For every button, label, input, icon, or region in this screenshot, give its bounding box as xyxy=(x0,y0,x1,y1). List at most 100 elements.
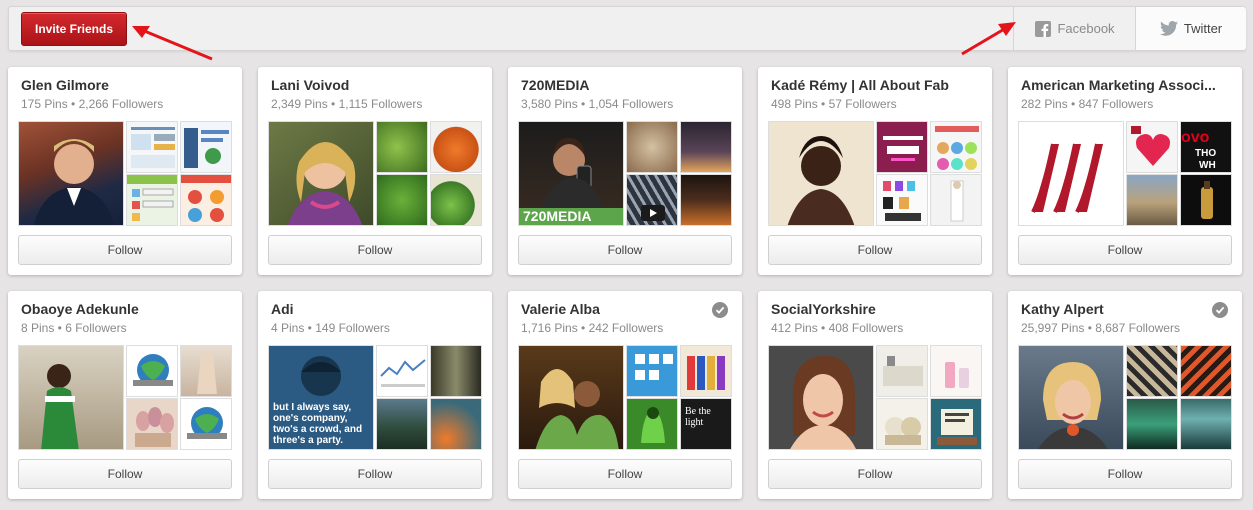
pin-thumbnails[interactable] xyxy=(1018,345,1232,450)
pins-followers-count: 2,349 Pins • 1,115 Followers xyxy=(271,97,423,111)
verified-check-icon xyxy=(1212,302,1228,318)
profile-photo xyxy=(768,121,874,226)
board-owner-name[interactable]: Kathy Alpert xyxy=(1021,301,1226,317)
pin-thumb: ovo THO WH xyxy=(1180,121,1232,173)
follow-card: Valerie Alba 1,716 Pins • 242 Followers … xyxy=(508,291,742,499)
pins-followers-count: 412 Pins • 408 Followers xyxy=(771,321,904,335)
follow-button[interactable]: Follow xyxy=(518,235,732,265)
pin-thumb xyxy=(876,398,928,450)
svg-text:ovo: ovo xyxy=(1181,129,1210,146)
board-owner-name[interactable]: Valerie Alba xyxy=(521,301,726,317)
quote-caption: but I always say, one's company, two's a… xyxy=(273,402,363,446)
follow-card: Adi 4 Pins • 149 Followers but I always … xyxy=(258,291,492,499)
verified-check-icon xyxy=(712,302,728,318)
pin-thumb xyxy=(930,398,982,450)
pin-thumb xyxy=(1126,121,1178,173)
quote-caption: Be the light xyxy=(685,406,711,428)
pin-thumb xyxy=(876,345,928,397)
pin-thumb xyxy=(680,174,732,226)
board-owner-name[interactable]: 720MEDIA xyxy=(521,77,726,93)
follow-button[interactable]: Follow xyxy=(1018,459,1232,489)
pin-thumb xyxy=(626,174,678,226)
follow-button[interactable]: Follow xyxy=(268,459,482,489)
pin-thumb xyxy=(680,345,732,397)
facebook-tab[interactable]: Facebook xyxy=(1013,7,1136,50)
board-owner-name[interactable]: Adi xyxy=(271,301,476,317)
pin-thumb xyxy=(126,345,178,397)
follow-button[interactable]: Follow xyxy=(768,459,982,489)
pin-thumbnails[interactable] xyxy=(768,121,982,226)
profile-photo: 720MEDIA xyxy=(518,121,624,226)
pin-thumb xyxy=(930,121,982,173)
pin-thumb xyxy=(430,174,482,226)
pin-thumb xyxy=(930,174,982,226)
pin-thumb xyxy=(626,345,678,397)
follow-card: Lani Voivod 2,349 Pins • 1,115 Followers… xyxy=(258,67,492,275)
pins-followers-count: 282 Pins • 847 Followers xyxy=(1021,97,1154,111)
board-owner-name[interactable]: Glen Gilmore xyxy=(21,77,226,93)
follow-button[interactable]: Follow xyxy=(268,235,482,265)
follow-card: 720MEDIA 3,580 Pins • 1,054 Followers 72… xyxy=(508,67,742,275)
pin-thumbnails[interactable]: 720MEDIA xyxy=(518,121,732,226)
board-owner-name[interactable]: American Marketing Associ... xyxy=(1021,77,1226,93)
follow-card: American Marketing Associ... 282 Pins • … xyxy=(1008,67,1242,275)
follow-card: SocialYorkshire 412 Pins • 408 Followers… xyxy=(758,291,992,499)
pins-followers-count: 1,716 Pins • 242 Followers xyxy=(521,321,664,335)
svg-text:THO: THO xyxy=(1195,148,1216,159)
board-owner-name[interactable]: SocialYorkshire xyxy=(771,301,976,317)
pin-thumb xyxy=(126,174,178,226)
profile-photo xyxy=(518,345,624,450)
pins-followers-count: 25,997 Pins • 8,687 Followers xyxy=(1021,321,1180,335)
pin-thumb xyxy=(1126,398,1178,450)
pin-thumbnails[interactable] xyxy=(18,345,232,450)
profile-photo xyxy=(1018,345,1124,450)
svg-text:WH: WH xyxy=(1199,160,1216,171)
follow-button[interactable]: Follow xyxy=(768,235,982,265)
follow-button[interactable]: Follow xyxy=(18,235,232,265)
pin-thumbnails[interactable]: Be the light xyxy=(518,345,732,450)
facebook-label: Facebook xyxy=(1057,21,1115,36)
pin-thumb xyxy=(126,121,178,173)
invite-toolbar: Invite Friends Facebook Twitter xyxy=(8,6,1246,51)
pins-followers-count: 498 Pins • 57 Followers xyxy=(771,97,897,111)
pins-followers-count: 175 Pins • 2,266 Followers xyxy=(21,97,164,111)
pin-thumbnails[interactable]: but I always say, one's company, two's a… xyxy=(268,345,482,450)
pin-thumbnails[interactable]: ovo THO WH xyxy=(1018,121,1232,226)
pins-followers-count: 4 Pins • 149 Followers xyxy=(271,321,390,335)
follow-card: Obaoye Adekunle 8 Pins • 6 Followers Fol… xyxy=(8,291,242,499)
quote-image: but I always say, one's company, two's a… xyxy=(268,345,374,450)
board-owner-name[interactable]: Obaoye Adekunle xyxy=(21,301,226,317)
pin-thumb xyxy=(1180,345,1232,397)
pin-thumb xyxy=(430,121,482,173)
pin-thumb xyxy=(376,398,428,450)
pin-thumb xyxy=(930,345,982,397)
watermark-caption: 720MEDIA xyxy=(519,208,623,225)
pin-thumb xyxy=(376,345,428,397)
pin-thumb xyxy=(626,121,678,173)
pin-thumb xyxy=(680,121,732,173)
invite-friends-button[interactable]: Invite Friends xyxy=(21,12,127,46)
pin-thumb xyxy=(376,174,428,226)
twitter-icon xyxy=(1159,21,1178,36)
board-owner-name[interactable]: Kadé Rémy | All About Fab xyxy=(771,77,976,93)
profile-photo xyxy=(768,345,874,450)
pin-thumb xyxy=(180,345,232,397)
board-owner-name[interactable]: Lani Voivod xyxy=(271,77,476,93)
follow-button[interactable]: Follow xyxy=(518,459,732,489)
pin-thumb xyxy=(876,174,928,226)
pin-thumb xyxy=(430,398,482,450)
pin-thumbnails[interactable] xyxy=(268,121,482,226)
pin-thumb xyxy=(180,174,232,226)
pin-thumb xyxy=(1180,398,1232,450)
follow-button[interactable]: Follow xyxy=(18,459,232,489)
follow-button[interactable]: Follow xyxy=(1018,235,1232,265)
pin-thumbnails[interactable] xyxy=(768,345,982,450)
pin-thumb xyxy=(180,121,232,173)
ama-logo xyxy=(1018,121,1124,226)
twitter-tab[interactable]: Twitter xyxy=(1135,7,1246,50)
pins-followers-count: 8 Pins • 6 Followers xyxy=(21,321,127,335)
follow-card: Kadé Rémy | All About Fab 498 Pins • 57 … xyxy=(758,67,992,275)
pin-thumb xyxy=(430,345,482,397)
pin-thumbnails[interactable] xyxy=(18,121,232,226)
pin-thumb xyxy=(1126,174,1178,226)
